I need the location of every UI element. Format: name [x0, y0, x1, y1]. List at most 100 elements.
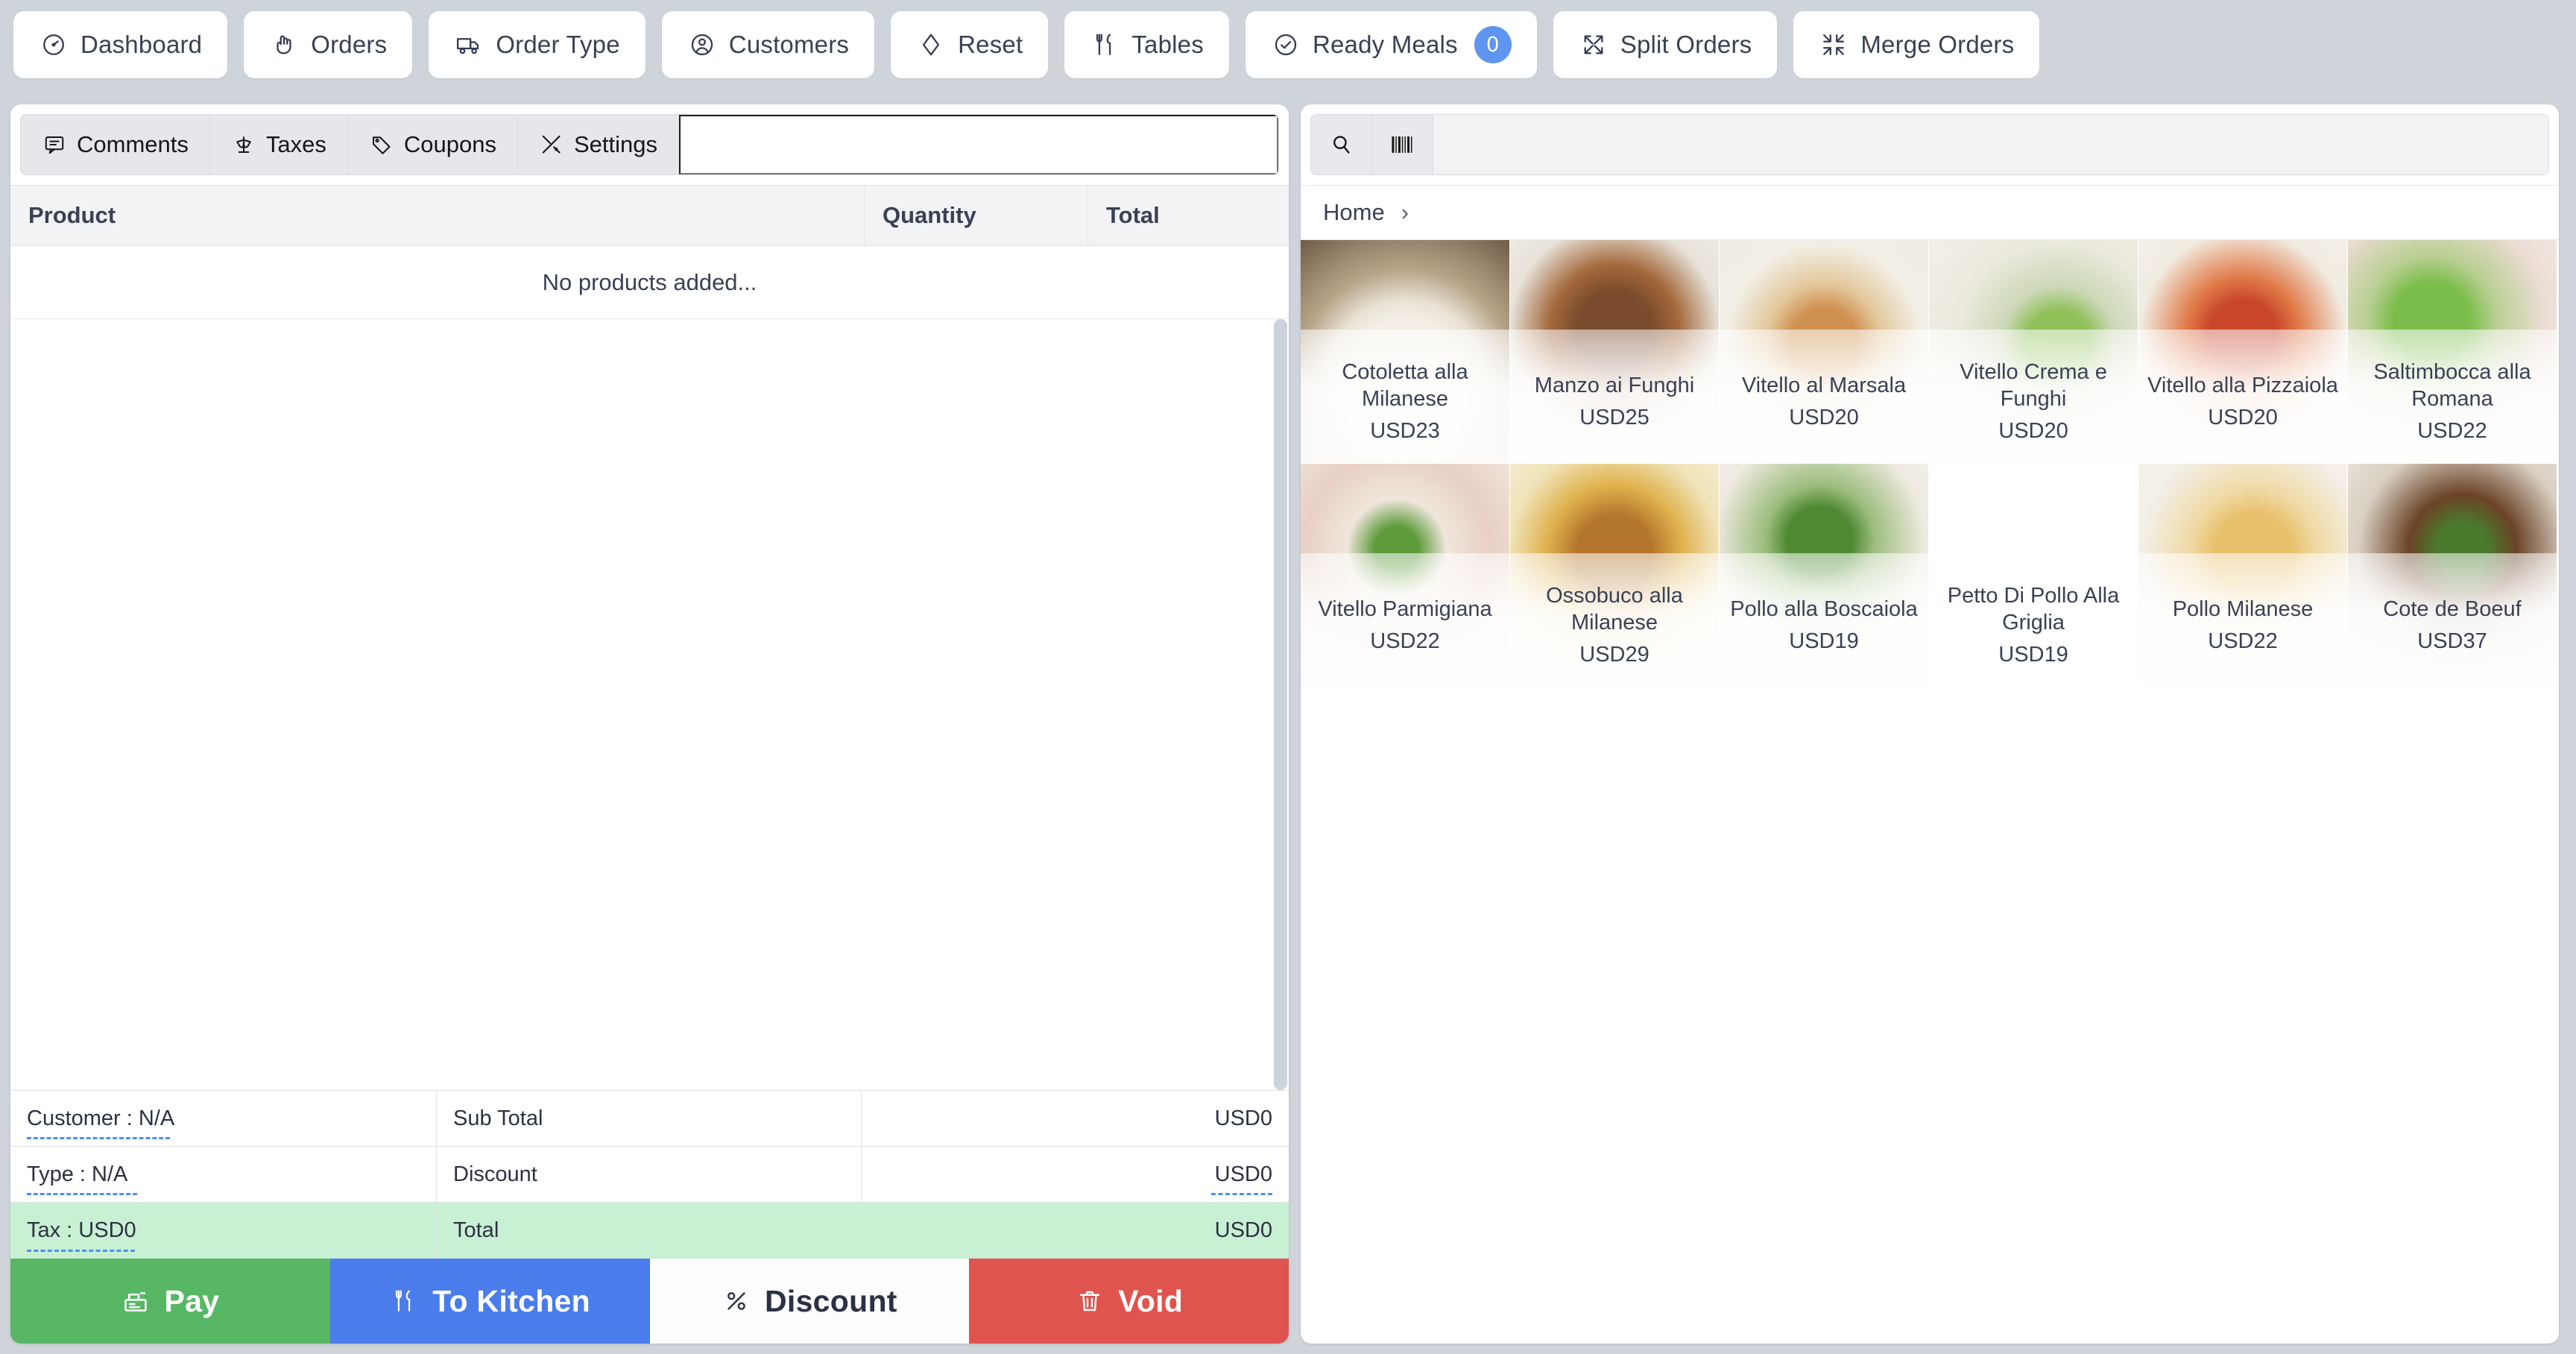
trash-icon [1075, 1286, 1105, 1316]
comment-input[interactable] [678, 115, 1278, 174]
nav-button-ready-meals[interactable]: Ready Meals 0 [1245, 11, 1537, 78]
cutlery-icon [1090, 30, 1120, 60]
product-caption: Manzo ai Funghi USD25 [1510, 341, 1719, 463]
product-name: Saltimbocca alla Romana [2373, 360, 2531, 412]
nav-button-label: Dashboard [80, 31, 203, 58]
summary-label: Total [437, 1203, 862, 1259]
summary-value: USD0 [862, 1091, 1289, 1146]
tab-coupons[interactable]: Coupons [348, 115, 518, 174]
nav-button-merge-orders[interactable]: Merge Orders [1793, 11, 2040, 78]
nav-button-label: Ready Meals [1312, 31, 1458, 58]
order-panel: Comments Taxes Coupons Settings Product Qua… [10, 104, 1289, 1344]
summary-row: Type : N/A Discount USD0 [10, 1147, 1289, 1203]
product-card[interactable]: Vitello al Marsala USD20 [1720, 240, 1929, 464]
summary-value: USD0 [862, 1147, 1289, 1202]
product-caption: Pollo Milanese USD22 [2138, 564, 2347, 687]
product-card[interactable]: Vitello alla Pizzaiola USD20 [2138, 240, 2348, 464]
product-price: USD19 [1789, 629, 1859, 654]
barcode-icon[interactable] [1372, 115, 1433, 174]
product-caption: Pollo alla Boscaiola USD19 [1720, 564, 1928, 687]
nav-button-label: Merge Orders [1860, 31, 2015, 58]
product-price: USD20 [2208, 406, 2278, 430]
nav-button-customers[interactable]: Customers [661, 11, 875, 78]
breadcrumb-item-home[interactable]: Home [1323, 199, 1385, 226]
cart-table-header: Product Quantity Total [10, 185, 1289, 246]
action-label: Discount [764, 1283, 897, 1318]
product-card[interactable]: Saltimbocca alla Romana USD22 [2348, 240, 2557, 464]
top-navigation-bar: Dashboard Orders Order Type Customers Reset T… [0, 0, 2576, 89]
summary-info[interactable]: Type : N/A [10, 1147, 437, 1202]
kitchen-button[interactable]: To Kitchen [329, 1259, 650, 1344]
tab-label: Taxes [265, 131, 326, 157]
summary-info[interactable]: Tax : USD0 [10, 1203, 437, 1259]
tab-taxes[interactable]: Taxes [210, 115, 348, 174]
dashed-underline [1211, 1193, 1272, 1195]
truck-icon [454, 30, 484, 60]
cart-scrollbar[interactable] [1272, 319, 1289, 1090]
product-card[interactable]: Pollo Milanese USD22 [2138, 464, 2348, 687]
product-price: USD19 [1998, 643, 2068, 667]
diamond-icon [916, 30, 946, 60]
ready-meals-badge: 0 [1474, 26, 1512, 63]
product-caption: Vitello al Marsala USD20 [1720, 341, 1928, 463]
product-caption: Saltimbocca alla Romana USD22 [2348, 341, 2557, 463]
product-price: USD22 [2417, 419, 2487, 444]
product-name: Cotoletta alla Milanese [1342, 360, 1468, 412]
catalog-scrollbar[interactable] [2545, 176, 2556, 1324]
product-name: Cote de Boeuf [2383, 597, 2522, 622]
void-button[interactable]: Void [969, 1259, 1289, 1344]
nav-button-reset[interactable]: Reset [891, 11, 1049, 78]
nav-button-label: Reset [958, 31, 1023, 58]
check-circle-icon [1271, 30, 1301, 60]
tab-label: Comments [77, 131, 189, 157]
breadcrumb: Home › [1301, 185, 2559, 240]
order-summary: Customer : N/A Sub Total USD0 Type : N/A Dis… [10, 1090, 1289, 1259]
cart-items-area [10, 319, 1289, 1090]
summary-info[interactable]: Customer : N/A [10, 1091, 437, 1146]
product-card[interactable]: Vitello Crema e Funghi USD20 [1929, 240, 2138, 464]
nav-button-label: Split Orders [1620, 31, 1752, 58]
nav-button-dashboard[interactable]: Dashboard [13, 11, 228, 78]
pos-application: Dashboard Orders Order Type Customers Reset T… [0, 0, 2576, 1354]
action-label: To Kitchen [432, 1283, 591, 1318]
product-card[interactable]: Vitello Parmigiana USD22 [1301, 464, 1510, 687]
summary-info-text: Tax : USD0 [27, 1218, 136, 1242]
product-caption: Petto Di Pollo Alla Griglia USD19 [1929, 564, 2138, 687]
product-name: Pollo alla Boscaiola [1730, 597, 1918, 622]
nav-button-orders[interactable]: Orders [244, 11, 413, 78]
product-name: Vitello al Marsala [1741, 374, 1907, 398]
tab-settings[interactable]: Settings [518, 115, 679, 174]
pay-button[interactable]: Pay [10, 1259, 330, 1344]
nav-button-order-type[interactable]: Order Type [429, 11, 645, 78]
summary-value-text: USD0 [1214, 1106, 1272, 1130]
product-card[interactable]: Petto Di Pollo Alla Griglia USD19 [1929, 464, 2138, 687]
nav-button-tables[interactable]: Tables [1064, 11, 1229, 78]
product-card[interactable]: Cote de Boeuf USD37 [2348, 464, 2557, 687]
search-icon[interactable] [1311, 115, 1372, 174]
product-grid: Cotoletta alla Milanese USD23 Manzo ai Fun… [1301, 240, 2559, 687]
product-caption: Ossobuco alla Milanese USD29 [1510, 564, 1719, 687]
product-card[interactable]: Cotoletta alla Milanese USD23 [1301, 240, 1510, 464]
product-price: USD22 [1370, 629, 1440, 654]
product-card[interactable]: Manzo ai Funghi USD25 [1510, 240, 1720, 464]
catalog-panel: Home › Cotoletta alla Milanese USD23 Manzo… [1301, 104, 2559, 1344]
merge-arrows-icon [1819, 30, 1849, 60]
discount-button[interactable]: Discount [649, 1259, 970, 1344]
product-card[interactable]: Pollo alla Boscaiola USD19 [1720, 464, 1929, 687]
dashed-underline [27, 1137, 170, 1139]
product-search-bar [1310, 114, 2549, 175]
column-header-product: Product [28, 202, 116, 228]
summary-info-text: Type : N/A [27, 1162, 128, 1186]
nav-button-label: Customers [728, 31, 850, 58]
search-input[interactable] [1433, 115, 2548, 174]
hand-pointer-icon [269, 30, 299, 60]
summary-info-text: Customer : N/A [27, 1106, 175, 1130]
summary-value: USD0 [862, 1203, 1289, 1259]
product-name: Ossobuco alla Milanese [1546, 584, 1683, 635]
product-card[interactable]: Ossobuco alla Milanese USD29 [1510, 464, 1720, 687]
tab-label: Coupons [403, 131, 496, 157]
tab-comments[interactable]: Comments [21, 115, 210, 174]
product-price: USD37 [2417, 629, 2487, 654]
summary-row: Tax : USD0 Total USD0 [10, 1203, 1289, 1259]
nav-button-split-orders[interactable]: Split Orders [1553, 11, 1778, 78]
